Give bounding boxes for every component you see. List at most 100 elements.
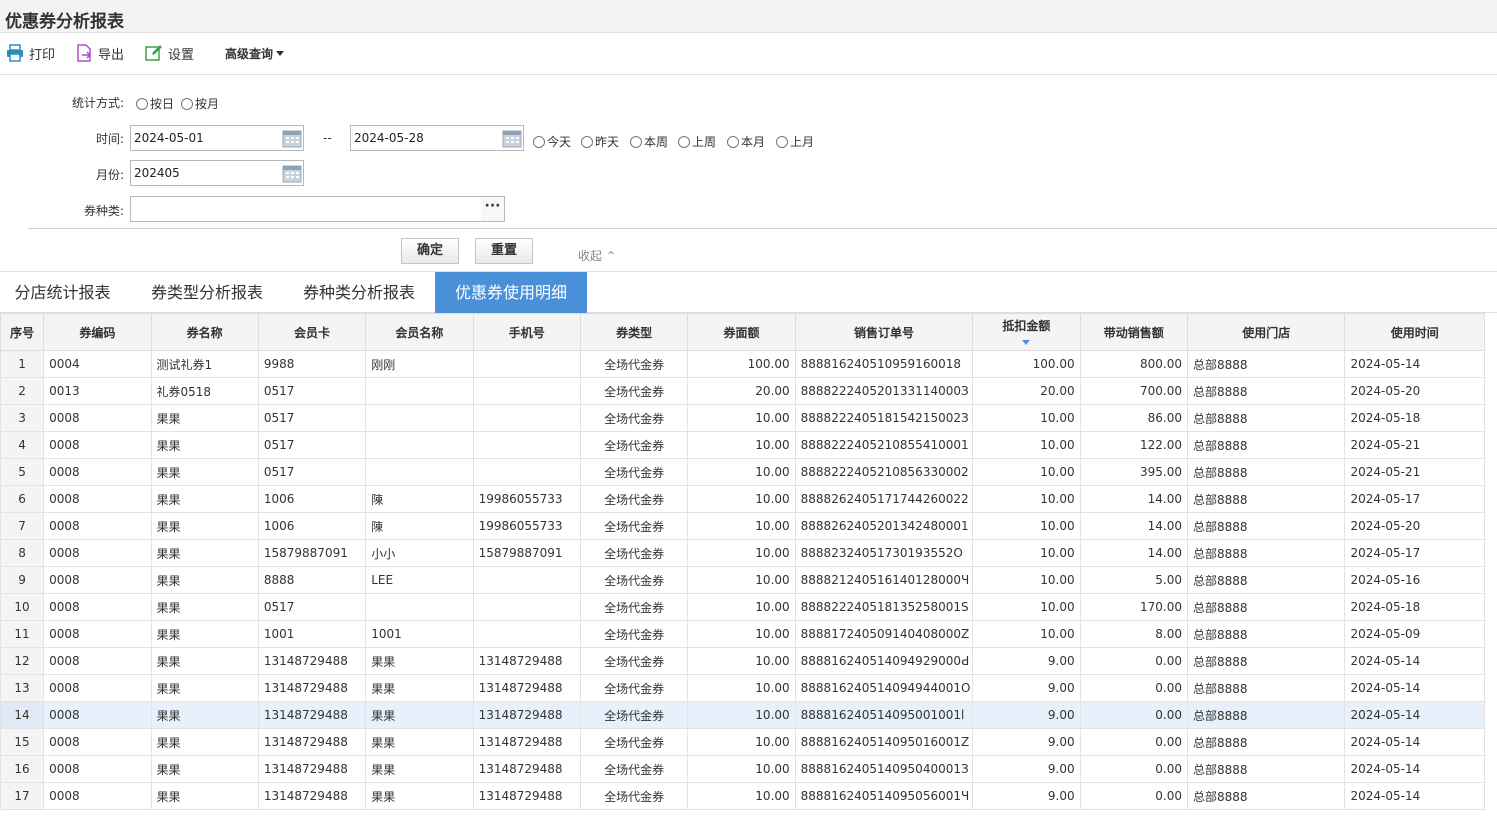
calendar-icon[interactable] (502, 128, 522, 148)
confirm-button[interactable]: 确定 (401, 238, 459, 264)
tab-branch-stats[interactable]: 分店统计报表 (0, 272, 125, 313)
col-header-deduction[interactable]: 抵扣金额 (972, 313, 1081, 351)
radio-circle (630, 135, 642, 148)
table-row[interactable]: 12 0008 果果 13148729488 果果 13148729488 全场代金券 10.… (0, 647, 1485, 675)
collapse-toggle[interactable]: 收起 ⌃ (578, 247, 616, 264)
radio-this-week[interactable]: 本周 (630, 133, 668, 150)
table-cell: 2024-05-14 (1344, 647, 1485, 675)
col-header-use-time[interactable]: 使用时间 (1344, 313, 1485, 351)
table-cell: 9.00 (972, 728, 1081, 756)
tab-coupon-kind-analysis[interactable]: 券种类分析报表 (288, 272, 430, 313)
table-cell: 全场代金券 (579, 701, 689, 729)
table-cell: 果果 (150, 782, 259, 810)
table-cell: 全场代金券 (579, 539, 689, 567)
reset-button[interactable]: 重置 (475, 238, 533, 264)
table-cell: 陳 (365, 485, 474, 513)
table-row[interactable]: 3 0008 果果 0517 全场代金券 10.00 8888222405181542150… (0, 404, 1485, 432)
col-header-member-card[interactable]: 会员卡 (257, 313, 367, 351)
table-cell: 4 (0, 431, 45, 459)
col-header-order-no[interactable]: 销售订单号 (794, 313, 974, 351)
table-row[interactable]: 7 0008 果果 1006 陳 19986055733 全场代金券 10.00 8888262… (0, 512, 1485, 540)
table-row[interactable]: 8 0008 果果 15879887091 小小 15879887091 全场代金券 10.0… (0, 539, 1485, 567)
table-row[interactable]: 16 0008 果果 13148729488 果果 13148729488 全场代金券 10.… (0, 755, 1485, 783)
table-cell: 122.00 (1079, 431, 1188, 459)
table-cell: 果果 (150, 674, 259, 702)
table-cell: 10.00 (687, 431, 796, 459)
settings-button[interactable]: 设置 (145, 42, 194, 64)
tab-coupon-usage-detail[interactable]: 优惠券使用明细 (435, 272, 587, 313)
table-cell: 3 (0, 404, 45, 432)
radio-this-month[interactable]: 本月 (727, 133, 765, 150)
radio-yesterday[interactable]: 昨天 (581, 133, 619, 150)
table-cell: 0008 (43, 431, 152, 459)
table-cell: 888816240514095001001l (794, 701, 974, 729)
radio-last-month[interactable]: 上月 (776, 133, 814, 150)
col-header-phone[interactable]: 手机号 (472, 313, 581, 351)
table-row[interactable]: 6 0008 果果 1006 陳 19986055733 全场代金券 10.00 8888262… (0, 485, 1485, 513)
date-from-field[interactable]: 2024-05-01 (130, 125, 304, 151)
date-to-field[interactable]: 2024-05-28 (350, 125, 524, 151)
advanced-query-dropdown[interactable]: 高级查询 (225, 42, 285, 64)
radio-circle (581, 135, 593, 148)
table-cell: 全场代金券 (579, 620, 689, 648)
table-row[interactable]: 1 0004 测试礼券1 9988 刚刚 全场代金券 100.00 8888162405109… (0, 350, 1485, 378)
tab-coupon-type-analysis[interactable]: 券类型分析报表 (136, 272, 278, 313)
table-cell: 888816240514094929000Ԁ (794, 647, 974, 675)
col-header-index[interactable]: 序号 (0, 313, 45, 351)
col-header-member-name[interactable]: 会员名称 (365, 313, 474, 351)
col-header-coupon-type[interactable]: 券类型 (579, 313, 689, 351)
radio-by-day[interactable]: 按日 (136, 95, 174, 112)
table-row[interactable]: 15 0008 果果 13148729488 果果 13148729488 全场代金券 10.… (0, 728, 1485, 756)
table-cell: 0.00 (1079, 728, 1188, 756)
divider (28, 228, 1497, 229)
table-cell: 800.00 (1079, 350, 1188, 378)
table-cell: 0517 (257, 431, 367, 459)
table-cell: 16 (0, 755, 45, 783)
more-options-button[interactable]: ··· (481, 196, 505, 222)
radio-by-month[interactable]: 按月 (181, 95, 219, 112)
month-field[interactable]: 202405 (130, 160, 304, 186)
coupon-kind-field[interactable] (130, 196, 482, 222)
table-cell: 全场代金券 (579, 350, 689, 378)
table-row[interactable]: 4 0008 果果 0517 全场代金券 10.00 8888222405210855410… (0, 431, 1485, 459)
print-label: 打印 (29, 47, 56, 63)
table-cell: 总部8888 (1186, 728, 1346, 756)
table-cell: 10.00 (972, 566, 1081, 594)
table-row[interactable]: 11 0008 果果 1001 1001 全场代金券 10.00 88881724050914… (0, 620, 1485, 648)
col-header-driven-sales[interactable]: 带动销售额 (1079, 313, 1188, 351)
radio-last-week[interactable]: 上周 (678, 133, 716, 150)
table-cell: 888816240514095016001Z (794, 728, 974, 756)
table-cell: 13148729488 (472, 674, 581, 702)
col-header-coupon-code[interactable]: 券编码 (43, 313, 152, 351)
radio-today[interactable]: 今天 (533, 133, 571, 150)
table-cell: 7 (0, 512, 45, 540)
radio-circle (727, 135, 739, 148)
table-row[interactable]: 2 0013 礼券0518 0517 全场代金券 20.00 888822240520133… (0, 377, 1485, 405)
col-header-coupon-name[interactable]: 券名称 (150, 313, 259, 351)
calendar-icon[interactable] (282, 128, 302, 148)
table-row[interactable]: 10 0008 果果 0517 全场代金券 10.00 888822240518135258… (0, 593, 1485, 621)
table-cell: 1006 (257, 485, 367, 513)
table-cell: 10.00 (687, 539, 796, 567)
table-cell: 2024-05-16 (1344, 566, 1485, 594)
table-row[interactable]: 13 0008 果果 13148729488 果果 13148729488 全场代金券 10.… (0, 674, 1485, 702)
table-cell: 总部8888 (1186, 539, 1346, 567)
table-row[interactable]: 9 0008 果果 8888 LEE 全场代金券 10.00 8888212405161401… (0, 566, 1485, 594)
table-cell: 20.00 (972, 377, 1081, 405)
table-cell: 8888262405171744260022 (794, 485, 974, 513)
table-row[interactable]: 17 0008 果果 13148729488 果果 13148729488 全场代金券 10.… (0, 782, 1485, 810)
table-cell: 10.00 (687, 512, 796, 540)
table-cell: 13148729488 (257, 755, 367, 783)
export-button[interactable]: 导出 (75, 42, 124, 64)
calendar-icon[interactable] (282, 163, 302, 183)
col-header-store[interactable]: 使用门店 (1186, 313, 1346, 351)
col-header-face-value[interactable]: 券面额 (687, 313, 796, 351)
table-cell: 888816240514095056001Ч (794, 782, 974, 810)
print-button[interactable]: 打印 (6, 42, 55, 64)
table-cell: 10.00 (687, 728, 796, 756)
table-row[interactable]: 14 0008 果果 13148729488 果果 13148729488 全场代金券 10.… (0, 701, 1485, 729)
table-row[interactable]: 5 0008 果果 0517 全场代金券 10.00 8888222405210856330… (0, 458, 1485, 486)
table-cell: 2024-05-17 (1344, 539, 1485, 567)
table-cell: 果果 (150, 647, 259, 675)
date-separator: -- (323, 131, 332, 145)
